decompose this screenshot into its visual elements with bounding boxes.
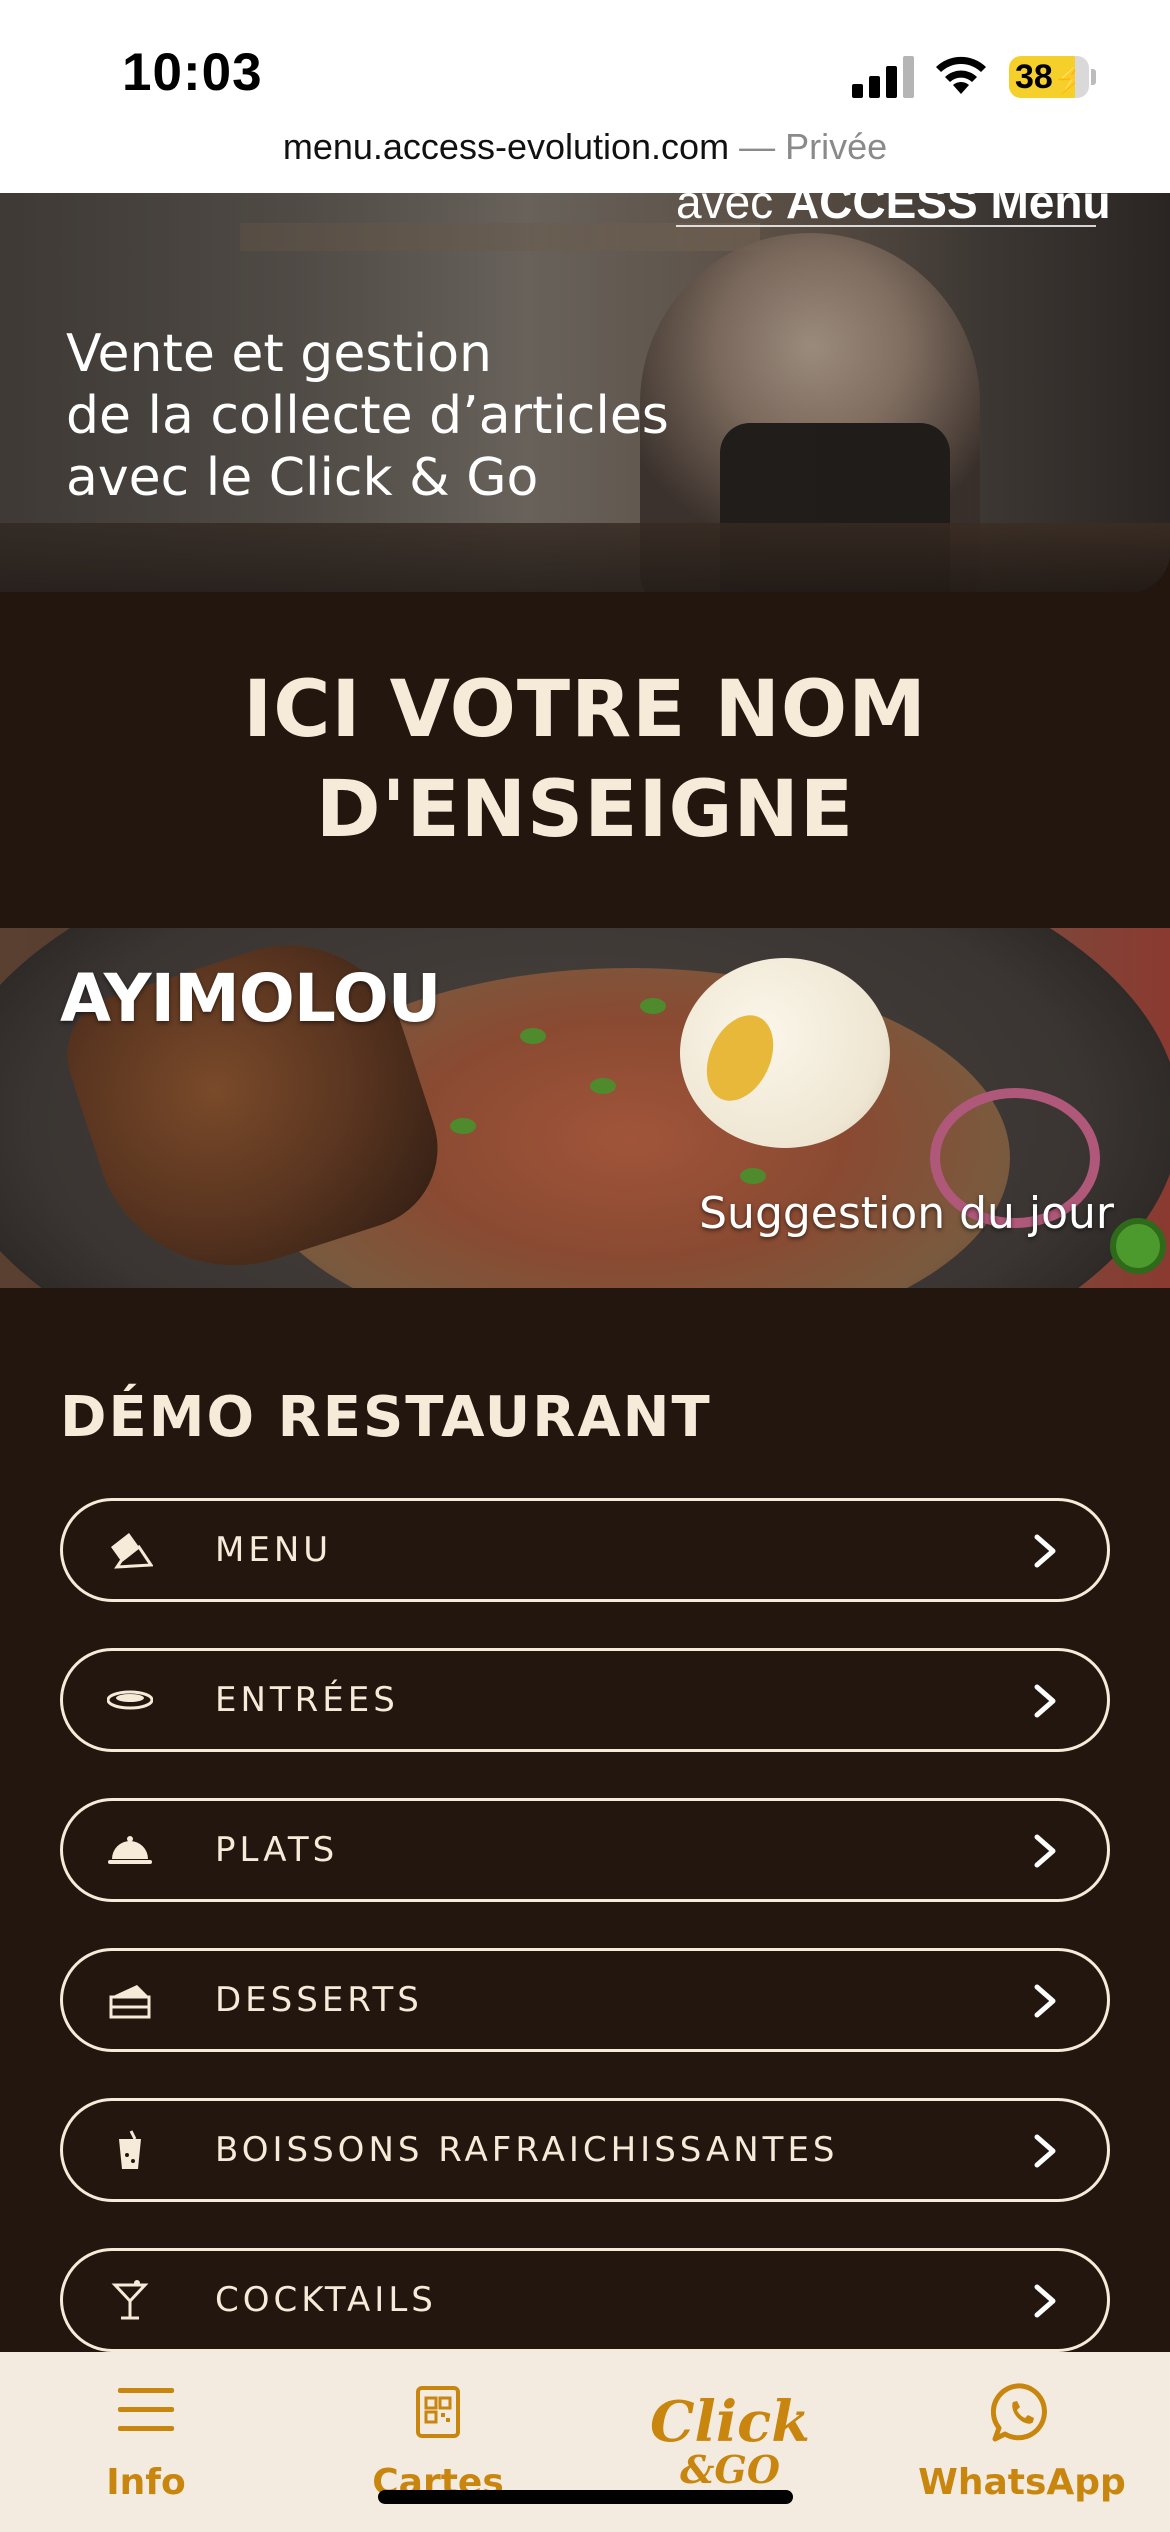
wifi-icon bbox=[936, 56, 986, 94]
chevron-right-icon bbox=[1034, 1834, 1056, 1868]
dish-photo-herb bbox=[590, 1078, 616, 1094]
menu-book-icon bbox=[111, 1533, 153, 1569]
tab-click-and-go[interactable]: Click &GO bbox=[584, 2352, 876, 2532]
cake-icon bbox=[109, 1985, 151, 2019]
category-label: MENU bbox=[215, 1530, 333, 1570]
chevron-right-icon bbox=[1034, 2284, 1056, 2318]
category-button-menu[interactable]: MENU bbox=[60, 1498, 1110, 1602]
category-label: BOISSONS RAFRAICHISSANTES bbox=[215, 2130, 839, 2170]
url-domain: menu.access-evolution.com bbox=[282, 126, 730, 167]
dish-photo-pepper bbox=[1110, 1218, 1166, 1274]
hero-banner[interactable]: avec ACCESS Menu Vente et gestion de la … bbox=[0, 193, 1170, 592]
cocktail-icon bbox=[111, 2280, 149, 2320]
hamburger-menu-icon bbox=[118, 2388, 174, 2431]
status-bar: 10:03 38⚡ bbox=[0, 0, 1170, 115]
url-separator: — bbox=[739, 126, 776, 167]
category-button-boissons[interactable]: BOISSONS RAFRAICHISSANTES bbox=[60, 2098, 1110, 2202]
restaurant-title: DÉMO RESTAURANT bbox=[60, 1385, 712, 1450]
dish-photo-herb bbox=[640, 998, 666, 1014]
chevron-right-icon bbox=[1034, 1534, 1056, 1568]
tab-whatsapp[interactable]: WhatsApp bbox=[876, 2352, 1168, 2532]
dish-name: AYIMOLOU bbox=[60, 960, 441, 1037]
hero-tagline: Vente et gestion de la collecte d’articl… bbox=[66, 324, 669, 508]
cloche-icon bbox=[108, 1836, 152, 1864]
category-label: PLATS bbox=[215, 1830, 339, 1870]
category-label: DESSERTS bbox=[215, 1980, 423, 2020]
chevron-right-icon bbox=[1034, 2134, 1056, 2168]
dish-photo-herb bbox=[740, 1168, 766, 1184]
drink-icon bbox=[119, 2130, 141, 2169]
category-button-cocktails[interactable]: COCKTAILS bbox=[60, 2248, 1110, 2352]
daily-suggestion-card[interactable]: AYIMOLOU Suggestion du jour bbox=[0, 928, 1170, 1288]
category-list: MENU ENTRÉES PLATS DESSERTS BOISSONS RAF… bbox=[60, 1498, 1110, 2398]
dish-photo-herb bbox=[520, 1028, 546, 1044]
cellular-signal-icon bbox=[852, 56, 914, 98]
hero-brand-prefix: avec bbox=[676, 193, 774, 228]
qr-menu-icon bbox=[416, 2386, 460, 2438]
click-and-go-logo: Click &GO bbox=[584, 2389, 876, 2492]
battery-level: 38 bbox=[1015, 58, 1053, 96]
browser-url-bar[interactable]: menu.access-evolution.com — Privée bbox=[0, 115, 1170, 193]
category-button-plats[interactable]: PLATS bbox=[60, 1798, 1110, 1902]
category-button-entrees[interactable]: ENTRÉES bbox=[60, 1648, 1110, 1752]
click-go-sub: &GO bbox=[680, 2447, 780, 2492]
bottom-tab-bar: Info Cartes Click &GO WhatsApp bbox=[0, 2352, 1170, 2532]
tab-cartes[interactable]: Cartes bbox=[292, 2352, 584, 2532]
hero-brand-name: ACCESS Menu bbox=[785, 193, 1111, 228]
category-label: COCKTAILS bbox=[215, 2280, 437, 2320]
tab-info-label: Info bbox=[106, 2462, 186, 2503]
click-go-main: Click bbox=[649, 2389, 810, 2455]
category-button-desserts[interactable]: DESSERTS bbox=[60, 1948, 1110, 2052]
category-label: ENTRÉES bbox=[215, 1680, 399, 1720]
battery-icon: 38⚡ bbox=[1009, 56, 1085, 98]
tab-info[interactable]: Info bbox=[0, 2352, 292, 2532]
home-indicator[interactable] bbox=[378, 2490, 793, 2504]
hero-brand-underline bbox=[676, 225, 1096, 227]
tab-whatsapp-label: WhatsApp bbox=[918, 2462, 1126, 2503]
whatsapp-icon bbox=[991, 2383, 1047, 2442]
status-time: 10:03 bbox=[122, 43, 263, 102]
battery-nub bbox=[1091, 69, 1096, 85]
brand-title: ICI VOTRE NOM D'ENSEIGNE bbox=[243, 665, 927, 855]
battery-empty-part bbox=[1075, 56, 1089, 98]
chevron-right-icon bbox=[1034, 1684, 1056, 1718]
chevron-right-icon bbox=[1034, 1984, 1056, 2018]
dish-photo-herb bbox=[450, 1118, 476, 1134]
plate-icon bbox=[107, 1690, 153, 1710]
suggestion-caption: Suggestion du jour bbox=[699, 1188, 1114, 1239]
private-mode-label: Privée bbox=[785, 126, 888, 167]
hero-brand-line: avec ACCESS Menu bbox=[676, 193, 1111, 229]
